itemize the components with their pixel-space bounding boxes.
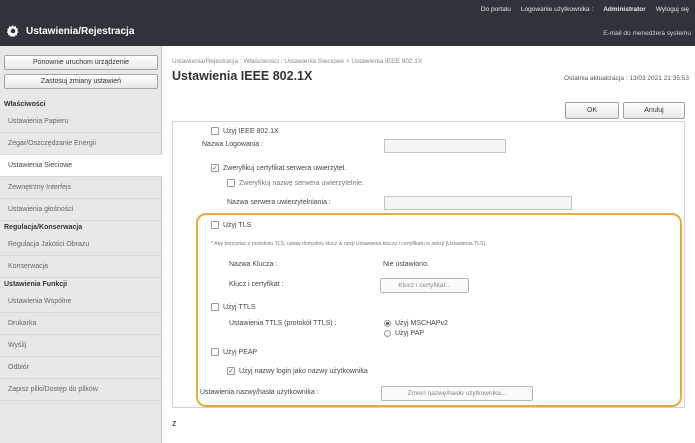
sidebar-item-send[interactable]: Wyślij xyxy=(0,335,162,357)
verify-cert-row[interactable]: ✓ Zweryfikuj certyfikat serwera uwierzyt… xyxy=(211,164,346,172)
ttls-mschap-radio[interactable] xyxy=(384,320,391,327)
use-ttls-label: Użyj TTLS xyxy=(223,303,256,311)
ttls-mschap-label: Użyj MSCHAPv2 xyxy=(395,320,448,327)
login-as-user-checkbox[interactable]: ✓ xyxy=(227,367,235,375)
key-name-value: Nie ustawiono. xyxy=(383,261,429,268)
top-bar: Ustawienia/Rejestracja Do portalu Logowa… xyxy=(0,0,695,46)
sidebar-item-volume-settings[interactable]: Ustawienia głośności xyxy=(0,199,162,221)
use-ieee-label: Użyj IEEE 802.1X xyxy=(223,127,279,135)
sidebar-section-title: Ustawienia Funkcji xyxy=(4,281,68,288)
breadcrumb: Ustawienia/Rejestracja : Właściwości : U… xyxy=(172,58,423,65)
page-title: Ustawienia IEEE 802.1X xyxy=(172,69,313,83)
user-name-settings-row: Ustawienia nazwy/hasła użytkownika : xyxy=(200,389,319,396)
server-name-row: Nazwa serwera uwierzytelniania : xyxy=(227,199,331,206)
login-name-input[interactable] xyxy=(384,139,506,153)
key-name-value-row: Nie ustawiono. xyxy=(383,261,429,268)
logout-link[interactable]: Wyloguj się xyxy=(656,6,689,13)
top-links: Do portalu Logowanie użytkownika : Admin… xyxy=(481,6,689,13)
use-peap-checkbox[interactable] xyxy=(211,348,219,356)
server-name-label: Nazwa serwera uwierzytelniania : xyxy=(227,199,331,206)
verify-name-row[interactable]: Zweryfikuj nazwę serwera uwierzytelnie. xyxy=(227,179,364,187)
change-user-button[interactable]: Zmień nazwę/hasło użytkownika... xyxy=(381,386,533,401)
ttls-option-pap[interactable]: Użyj PAP xyxy=(384,330,424,337)
ttls-pap-radio[interactable] xyxy=(384,330,391,337)
portal-link[interactable]: Do portalu xyxy=(481,6,511,13)
tls-note: * Aby korzystać z protokołu TLS, ustaw d… xyxy=(211,241,487,247)
verify-name-checkbox[interactable] xyxy=(227,179,235,187)
sidebar-item-printer[interactable]: Drukarka xyxy=(0,313,162,335)
sidebar-item-network-settings[interactable]: Ustawienia Sieciowe xyxy=(0,155,162,177)
key-name-row: Nazwa Klucza : xyxy=(229,261,277,268)
sidebar-item-receive[interactable]: Odbiór xyxy=(0,357,162,379)
verify-cert-checkbox[interactable]: ✓ xyxy=(211,164,219,172)
sidebar-item-image-quality[interactable]: Regulacja Jakości Obrazu xyxy=(0,234,162,256)
use-tls-label: Użyj TLS xyxy=(223,221,252,229)
ttls-settings-row: Ustawienia TTLS (protokół TTLS) : xyxy=(229,320,337,327)
app-title-area: Ustawienia/Rejestracja xyxy=(6,24,134,38)
login-user-label: Logowanie użytkownika : xyxy=(520,6,594,13)
restart-device-button[interactable]: Ponownie uruchom urządzenie xyxy=(4,55,158,70)
sidebar-item-maintenance[interactable]: Konserwacja xyxy=(0,256,162,278)
last-updated: Ostatnia aktualizacja : 13/03 2021 21:35… xyxy=(563,75,689,82)
sidebar-item-common-settings[interactable]: Ustawienia Wspólne xyxy=(0,291,162,313)
user-name-settings-label: Ustawienia nazwy/hasła użytkownika : xyxy=(200,389,319,396)
verify-cert-label: Zweryfikuj certyfikat serwera uwierzytel… xyxy=(223,164,347,172)
sidebar-item-paper-settings[interactable]: Ustawienia Papieru xyxy=(0,111,162,133)
use-peap-label: Użyj PEAP xyxy=(223,348,258,356)
ok-button[interactable]: OK xyxy=(565,102,619,119)
sidebar-menu: Właściwości Ustawienia Papieru Zegar/Osz… xyxy=(0,98,162,401)
use-ttls-checkbox[interactable] xyxy=(211,303,219,311)
login-name-row: Nazwa Logowania : xyxy=(202,141,263,148)
sidebar-section-title: Właściwości xyxy=(4,101,46,108)
login-as-user-row[interactable]: ✓ Użyj nazwy login jako nazwy użytkownik… xyxy=(227,367,368,375)
login-as-user-label: Użyj nazwy login jako nazwy użytkownika xyxy=(239,367,368,375)
sidebar-item-external-interface[interactable]: Zewnętrzny Interfejs xyxy=(0,177,162,199)
ttls-option-mschap[interactable]: Użyj MSCHAPv2 xyxy=(384,320,448,327)
use-ieee-row[interactable]: Użyj IEEE 802.1X xyxy=(211,127,279,135)
scroll-marker: z xyxy=(172,418,177,428)
sidebar-item-store-access-files[interactable]: Zapisz pliki/Dostęp do plików xyxy=(0,379,162,401)
sidebar: Ponownie uruchom urządzenie Zastosuj zmi… xyxy=(0,46,162,443)
key-cert-label: Klucz i certyfikat : xyxy=(229,281,284,288)
gear-icon xyxy=(6,25,19,38)
ttls-pap-label: Użyj PAP xyxy=(395,330,425,337)
apply-changes-button[interactable]: Zastosuj zmiany ustawień xyxy=(4,74,158,89)
use-tls-row[interactable]: Użyj TLS xyxy=(211,221,251,229)
cancel-button[interactable]: Anuluj xyxy=(623,102,685,119)
login-name-label: Nazwa Logowania : xyxy=(202,141,264,148)
use-tls-checkbox[interactable] xyxy=(211,221,219,229)
server-name-input[interactable] xyxy=(384,196,572,210)
use-peap-row[interactable]: Użyj PEAP xyxy=(211,348,257,356)
key-cert-row: Klucz i certyfikat : xyxy=(229,281,283,288)
use-ieee-checkbox[interactable] xyxy=(211,127,219,135)
sidebar-item-timer-energy[interactable]: Zegar/Oszczędzanie Energii xyxy=(0,133,162,155)
key-cert-button[interactable]: Klucz i certyfikat... xyxy=(380,278,469,293)
mail-admin-link[interactable]: E-mail do menedżera systemu xyxy=(603,30,691,37)
sidebar-section-title: Regulacja/Konserwacja xyxy=(4,224,83,231)
key-name-label: Nazwa Klucza : xyxy=(229,261,278,268)
verify-name-label: Zweryfikuj nazwę serwera uwierzytelnie. xyxy=(239,179,364,187)
app-title: Ustawienia/Rejestracja xyxy=(26,25,135,37)
ttls-settings-label: Ustawienia TTLS (protokół TTLS) : xyxy=(229,320,337,327)
use-ttls-row[interactable]: Użyj TTLS xyxy=(211,303,256,311)
user-name: Administrator xyxy=(603,6,646,13)
